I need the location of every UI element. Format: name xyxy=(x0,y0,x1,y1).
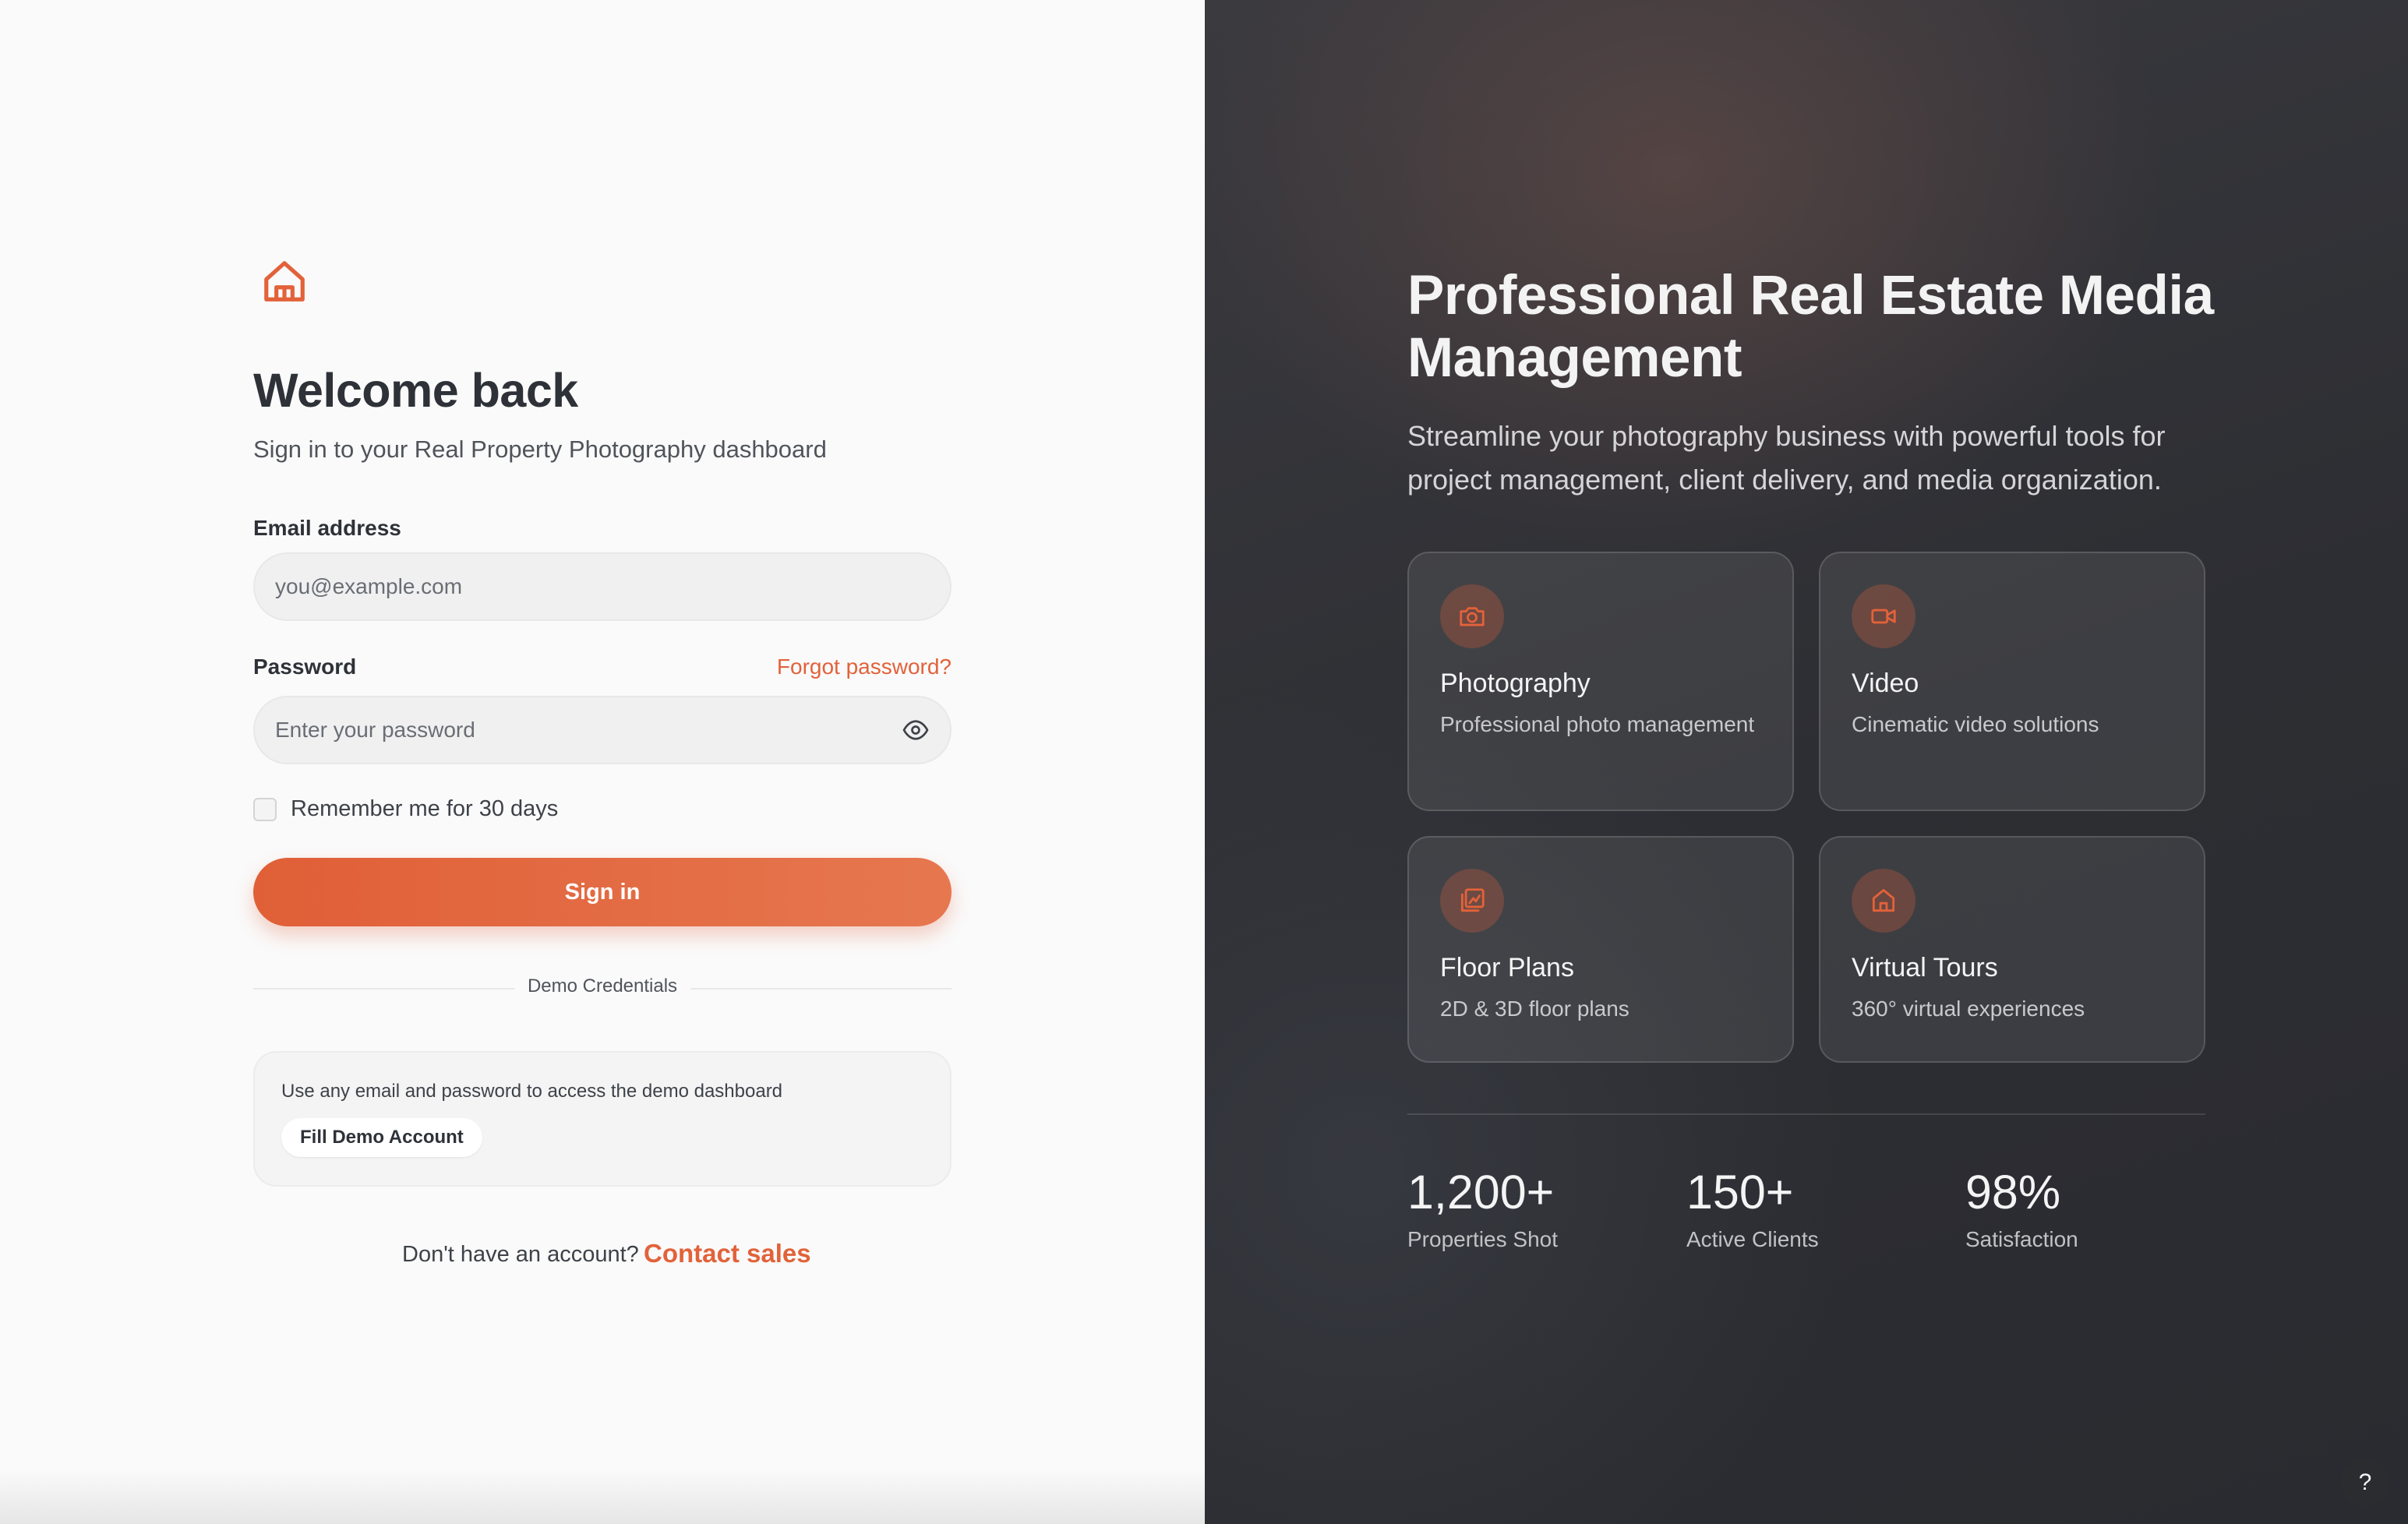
stats-divider xyxy=(1407,1113,2205,1115)
hero-title: Professional Real Estate Media Managemen… xyxy=(1407,265,2214,389)
feature-icon-wrap xyxy=(1440,869,1504,933)
feature-icon-wrap xyxy=(1852,584,1915,648)
remember-label: Remember me for 30 days xyxy=(291,796,559,821)
hero-panel xyxy=(1205,0,2408,1524)
demo-text: Use any email and password to access the… xyxy=(281,1081,783,1102)
feature-title: Video xyxy=(1852,669,1919,698)
remember-me[interactable]: Remember me for 30 days xyxy=(253,796,558,822)
feature-card-virtual-tours: Virtual Tours 360° virtual experiences xyxy=(1819,836,2205,1063)
stat-properties: 1,200+ Properties Shot xyxy=(1407,1165,1558,1252)
feature-title: Floor Plans xyxy=(1440,953,1574,982)
feature-card-floor-plans: Floor Plans 2D & 3D floor plans xyxy=(1407,836,1794,1063)
feature-card-photography: Photography Professional photo managemen… xyxy=(1407,552,1794,811)
fill-demo-button[interactable]: Fill Demo Account xyxy=(281,1118,482,1157)
demo-box: Use any email and password to access the… xyxy=(253,1051,952,1187)
password-label: Password xyxy=(253,654,357,679)
feature-icon-wrap xyxy=(1440,584,1504,648)
password-field-wrapper xyxy=(253,696,952,764)
camera-icon xyxy=(1460,607,1485,626)
contact-sales-link[interactable]: Contact sales xyxy=(644,1239,811,1268)
feature-card-video: Video Cinematic video solutions xyxy=(1819,552,2205,811)
home-icon xyxy=(1872,889,1895,912)
stat-value: 1,200+ xyxy=(1407,1166,1555,1219)
remember-checkbox[interactable] xyxy=(253,797,277,821)
forgot-password-link[interactable]: Forgot password? xyxy=(777,654,952,679)
feature-title: Virtual Tours xyxy=(1852,953,1998,982)
stat-label: Properties Shot xyxy=(1407,1227,1558,1251)
hero-subtitle: Streamline your photography business wit… xyxy=(1407,420,2166,496)
email-label: Email address xyxy=(253,516,401,540)
feature-desc: 360° virtual experiences xyxy=(1852,997,2085,1021)
sign-in-button[interactable]: Sign in xyxy=(253,858,952,926)
email-field[interactable] xyxy=(275,574,930,599)
feature-title: Photography xyxy=(1440,669,1591,698)
stat-value: 98% xyxy=(1965,1166,2061,1219)
feature-desc: Professional photo management xyxy=(1440,712,1755,736)
password-field[interactable] xyxy=(275,718,892,743)
feature-desc: Cinematic video solutions xyxy=(1852,712,2099,736)
help-button[interactable]: ? xyxy=(2341,1459,2389,1507)
floor-plan-icon xyxy=(1460,888,1485,912)
no-account-text: Don't have an account? xyxy=(402,1242,639,1267)
home-icon xyxy=(264,261,305,302)
stat-satisfaction: 98% Satisfaction xyxy=(1965,1165,2078,1252)
stat-label: Active Clients xyxy=(1686,1227,1819,1251)
eye-icon[interactable] xyxy=(902,716,930,744)
stat-label: Satisfaction xyxy=(1965,1227,2078,1251)
feature-desc: 2D & 3D floor plans xyxy=(1440,997,1629,1021)
stat-value: 150+ xyxy=(1686,1166,1794,1219)
video-icon xyxy=(1871,609,1896,624)
stat-clients: 150+ Active Clients xyxy=(1686,1165,1819,1252)
feature-icon-wrap xyxy=(1852,869,1915,933)
page-title: Welcome back xyxy=(253,364,578,417)
email-field-wrapper xyxy=(253,552,952,621)
page-subtitle: Sign in to your Real Property Photograph… xyxy=(253,436,827,463)
demo-credentials-label: Demo Credentials xyxy=(514,975,690,997)
